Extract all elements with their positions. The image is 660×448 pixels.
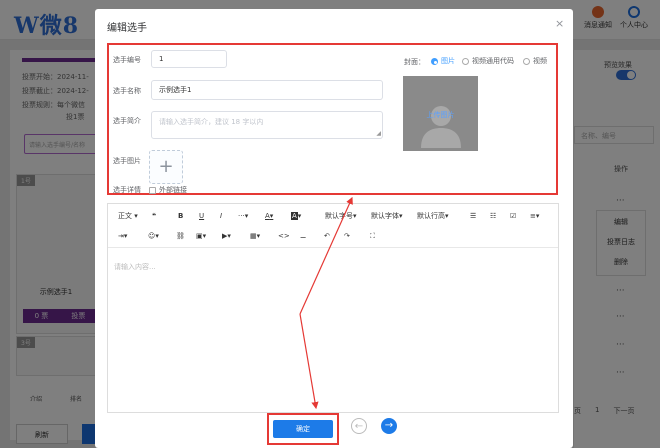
indent-icon[interactable]: ⇥▾: [118, 230, 127, 242]
image-icon[interactable]: ▣▾: [196, 230, 206, 242]
fullscreen-icon[interactable]: ⛶: [370, 230, 375, 242]
cover-upload-text: 上传图片: [426, 111, 455, 119]
bg-color-icon[interactable]: A▾: [291, 210, 301, 222]
external-link-checkbox[interactable]: 外部链接: [149, 185, 187, 195]
confirm-highlight-box: 确定: [267, 413, 339, 445]
cover-label: 封面：: [404, 58, 425, 66]
bullet-list-icon[interactable]: ☰: [470, 210, 476, 222]
intro-label: 选手简介: [113, 117, 141, 125]
person-silhouette-icon: [421, 106, 461, 148]
confirm-button[interactable]: 确定: [273, 420, 333, 438]
intro-placeholder: 请输入选手简介，建议 18 字以内: [159, 118, 264, 126]
table-icon[interactable]: ▦▾: [250, 230, 260, 242]
external-link-label: 外部链接: [159, 186, 187, 194]
dialog-title: 编辑选手: [107, 23, 147, 34]
more-style-icon[interactable]: ···▾: [238, 210, 248, 222]
numbered-list-icon[interactable]: ☷: [490, 210, 496, 222]
number-input[interactable]: [151, 50, 227, 68]
resize-handle-icon[interactable]: ◢: [376, 130, 381, 137]
radio-icon[interactable]: [462, 57, 469, 65]
intro-textarea[interactable]: 请输入选手简介，建议 18 字以内 ◢: [151, 111, 383, 139]
edit-player-dialog: 编辑选手 × 选手编号 选手名称 选手简介 请输入选手简介，建议 18 字以内 …: [95, 9, 573, 448]
checkbox-icon[interactable]: [149, 186, 156, 194]
todo-icon[interactable]: ☑: [510, 210, 516, 222]
cover-option-image-label: 图片: [441, 57, 455, 65]
redo-icon[interactable]: ↷: [344, 230, 350, 242]
quote-icon[interactable]: ❝: [152, 210, 156, 222]
paragraph-select[interactable]: 正文 ▾: [118, 210, 138, 222]
cover-upload-area[interactable]: 上传图片: [403, 76, 478, 151]
prev-arrow-icon[interactable]: ←: [351, 418, 367, 434]
cover-option-video-label: 视频: [533, 57, 547, 65]
undo-icon[interactable]: ↶: [324, 230, 330, 242]
emoji-icon[interactable]: ☺▾: [148, 230, 159, 242]
image-label: 选手图片: [113, 157, 141, 165]
cover-option-video[interactable]: 视频: [523, 56, 547, 66]
editor-toolbar: 正文 ▾ ❝ B U I ···▾ A▾ A▾ 默认字号▾ 默认字体▾ 默认行高…: [108, 204, 558, 248]
editor-content[interactable]: 请输入内容...: [114, 262, 156, 272]
radio-selected-icon[interactable]: [431, 57, 438, 65]
image-upload-button[interactable]: +: [149, 150, 183, 184]
video-icon[interactable]: ▶▾: [222, 230, 231, 242]
number-label: 选手编号: [113, 56, 141, 64]
name-input[interactable]: [151, 80, 383, 100]
close-icon[interactable]: ×: [555, 17, 564, 30]
line-height-select[interactable]: 默认行高▾: [417, 210, 449, 222]
cover-option-video-code[interactable]: 视频通用代码: [462, 56, 514, 66]
font-color-icon[interactable]: A▾: [265, 210, 273, 222]
name-label: 选手名称: [113, 87, 141, 95]
cover-option-video-code-label: 视频通用代码: [472, 57, 514, 65]
radio-icon[interactable]: [523, 57, 530, 65]
font-size-select[interactable]: 默认字号▾: [325, 210, 357, 222]
rich-text-editor: 正文 ▾ ❝ B U I ···▾ A▾ A▾ 默认字号▾ 默认字体▾ 默认行高…: [107, 203, 559, 413]
divider-icon[interactable]: ⚊: [300, 230, 306, 242]
underline-icon[interactable]: U: [199, 210, 204, 222]
align-icon[interactable]: ≡▾: [530, 210, 539, 222]
link-icon[interactable]: ⛓: [176, 230, 185, 242]
bold-icon[interactable]: B: [178, 210, 183, 222]
code-icon[interactable]: <>: [278, 230, 290, 242]
font-family-select[interactable]: 默认字体▾: [371, 210, 403, 222]
italic-icon[interactable]: I: [220, 210, 222, 222]
next-arrow-icon[interactable]: →: [381, 418, 397, 434]
cover-option-image[interactable]: 图片: [431, 56, 455, 66]
detail-label: 选手详情: [113, 186, 141, 194]
